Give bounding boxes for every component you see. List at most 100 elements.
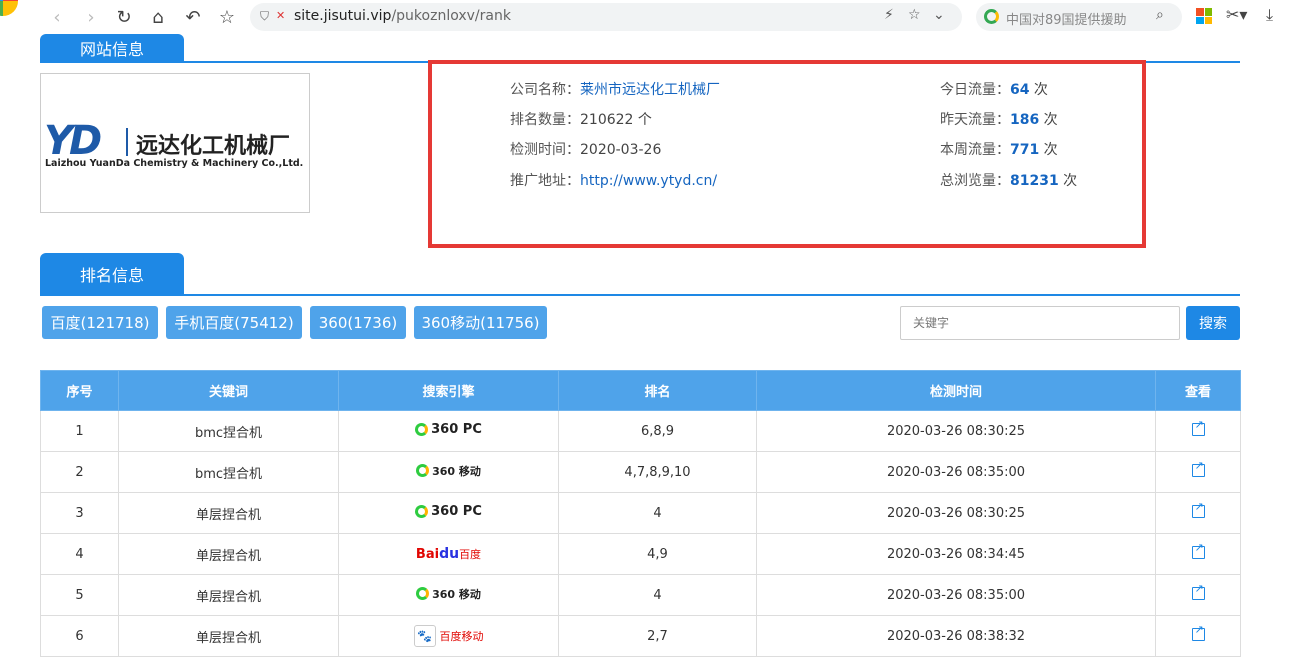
table-row: 3 单层捏合机 360 PC 4 2020-03-26 08:30:25 xyxy=(40,492,1241,534)
info-yesterday-traffic: 昨天流量：186 次 xyxy=(940,112,1058,128)
cell-keyword: bmc捏合机 xyxy=(118,410,339,452)
info-total-views: 总浏览量：81231 次 xyxy=(940,173,1078,189)
url-text: site.jisutui.vip/pukoznloxv/rank xyxy=(294,8,511,24)
search-engine-icon xyxy=(984,9,999,24)
home-icon[interactable]: ⌂ xyxy=(145,4,171,30)
cell-no: 1 xyxy=(40,410,119,452)
cell-time: 2020-03-26 08:30:25 xyxy=(756,492,1156,534)
cell-no: 4 xyxy=(40,533,119,575)
cell-view[interactable] xyxy=(1155,451,1241,493)
forward-icon[interactable]: › xyxy=(78,4,104,30)
chevron-down-icon[interactable]: ⌄ xyxy=(933,7,945,23)
tab-site-info-label: 网站信息 xyxy=(79,39,144,59)
browser-toolbar: ‹ › ↻ ⌂ ↶ ☆ ⛉ ✕ site.jisutui.vip/pukoznl… xyxy=(0,0,1300,34)
header-keyword: 关键词 xyxy=(118,370,339,411)
cell-rank: 2,7 xyxy=(558,615,757,657)
section-divider xyxy=(40,294,1240,296)
cell-keyword: bmc捏合机 xyxy=(118,451,339,493)
cell-time: 2020-03-26 08:35:00 xyxy=(756,574,1156,616)
cell-view[interactable] xyxy=(1155,615,1241,657)
reload-icon[interactable]: ↻ xyxy=(111,4,137,30)
cell-keyword: 单层捏合机 xyxy=(118,615,339,657)
scissors-icon[interactable]: ✂▾ xyxy=(1226,5,1247,24)
filter-baidu-button[interactable]: 百度(121718) xyxy=(42,306,158,339)
info-week-traffic: 本周流量：771 次 xyxy=(940,142,1058,158)
company-logo: YD 远达化工机械厂 Laizhou YuanDa Chemistry & Ma… xyxy=(40,73,310,213)
table-row: 4 单层捏合机 Bai du 百度 4,9 2020-03-26 08:34:45 xyxy=(40,533,1241,575)
filter-360-mobile-button[interactable]: 360移动(11756) xyxy=(414,306,547,339)
cell-view[interactable] xyxy=(1155,410,1241,452)
info-promo-url: 推广地址：http://www.ytyd.cn/ xyxy=(510,173,718,189)
logo-en-name: Laizhou YuanDa Chemistry & Machinery Co.… xyxy=(45,158,304,169)
cell-keyword: 单层捏合机 xyxy=(118,492,339,534)
cell-no: 5 xyxy=(40,574,119,616)
apps-grid-icon[interactable] xyxy=(1196,8,1212,24)
browser-logo-icon xyxy=(0,0,22,22)
cell-time: 2020-03-26 08:38:32 xyxy=(756,615,1156,657)
cell-view[interactable] xyxy=(1155,492,1241,534)
info-check-date: 检测时间：2020-03-26 xyxy=(510,142,662,158)
cell-no: 6 xyxy=(40,615,119,657)
cell-rank: 4,7,8,9,10 xyxy=(558,451,757,493)
company-link[interactable]: 莱州市远达化工机械厂 xyxy=(580,82,720,98)
header-view: 查看 xyxy=(1155,370,1241,411)
favorite-icon[interactable]: ☆ xyxy=(908,7,921,23)
cell-rank: 4 xyxy=(558,574,757,616)
undo-icon[interactable]: ↶ xyxy=(180,4,206,30)
tab-rank-info[interactable]: 排名信息 xyxy=(40,253,184,294)
cell-rank: 6,8,9 xyxy=(558,410,757,452)
insecure-icon: ✕ xyxy=(276,9,286,22)
cell-view[interactable] xyxy=(1155,574,1241,616)
table-row: 2 bmc捏合机 360 移动 4,7,8,9,10 2020-03-26 08:35:… xyxy=(40,451,1241,493)
logo-divider xyxy=(126,128,128,156)
shield-icon: ⛉ xyxy=(260,9,270,23)
external-link-icon[interactable] xyxy=(1191,418,1205,436)
bookmark-star-icon[interactable]: ☆ xyxy=(214,4,240,30)
cell-keyword: 单层捏合机 xyxy=(118,574,339,616)
engine-baidu-mobile-logo: 🐾 百度移动 xyxy=(413,625,484,647)
external-link-icon[interactable] xyxy=(1191,541,1205,559)
search-button[interactable]: 搜索 xyxy=(1186,306,1240,340)
logo-cn-name: 远达化工机械厂 xyxy=(136,134,291,159)
cell-engine: 360 移动 xyxy=(338,451,559,493)
cell-engine: 360 PC xyxy=(338,410,559,452)
cell-no: 2 xyxy=(40,451,119,493)
cell-time: 2020-03-26 08:34:45 xyxy=(756,533,1156,575)
engine-360pc-logo: 360 PC xyxy=(415,504,482,519)
external-link-icon[interactable] xyxy=(1191,500,1205,518)
promo-link[interactable]: http://www.ytyd.cn/ xyxy=(580,173,717,189)
search-icon[interactable]: ⌕ xyxy=(1156,7,1164,23)
external-link-icon[interactable] xyxy=(1191,582,1205,600)
cell-view[interactable] xyxy=(1155,533,1241,575)
tab-rank-info-label: 排名信息 xyxy=(79,265,144,285)
browser-search-box[interactable]: 中国对89国提供援助 ⌕ xyxy=(976,3,1182,31)
lightning-icon[interactable]: ⚡ xyxy=(884,7,894,23)
info-rank-count: 排名数量：210622 个 xyxy=(510,112,652,128)
external-link-icon[interactable] xyxy=(1191,459,1205,477)
tab-site-info[interactable]: 网站信息 xyxy=(40,34,184,61)
filter-360-button[interactable]: 360(1736) xyxy=(310,306,406,339)
cell-rank: 4,9 xyxy=(558,533,757,575)
header-rank: 排名 xyxy=(558,370,757,411)
header-no: 序号 xyxy=(40,370,119,411)
cell-no: 3 xyxy=(40,492,119,534)
cell-engine: 360 PC xyxy=(338,492,559,534)
cell-time: 2020-03-26 08:30:25 xyxy=(756,410,1156,452)
download-icon[interactable]: ⤓ xyxy=(1266,5,1273,25)
keyword-input[interactable] xyxy=(900,306,1180,340)
address-bar[interactable]: ⛉ ✕ site.jisutui.vip/pukoznloxv/rank ⚡ ☆… xyxy=(250,3,962,31)
table-row: 1 bmc捏合机 360 PC 6,8,9 2020-03-26 08:30:25 xyxy=(40,410,1241,452)
header-engine: 搜索引擎 xyxy=(338,370,559,411)
external-link-icon[interactable] xyxy=(1191,623,1205,641)
back-icon[interactable]: ‹ xyxy=(44,4,70,30)
cell-engine: Bai du 百度 xyxy=(338,533,559,575)
info-today-traffic: 今日流量：64 次 xyxy=(940,82,1048,98)
table-row: 5 单层捏合机 360 移动 4 2020-03-26 08:35:00 xyxy=(40,574,1241,616)
engine-baidu-logo: Bai du 百度 xyxy=(415,546,482,562)
cell-engine: 360 移动 xyxy=(338,574,559,616)
filter-baidu-mobile-button[interactable]: 手机百度(75412) xyxy=(166,306,302,339)
info-company: 公司名称：莱州市远达化工机械厂 xyxy=(510,82,720,98)
cell-keyword: 单层捏合机 xyxy=(118,533,339,575)
engine-360pc-logo: 360 PC xyxy=(415,422,482,437)
engine-360mobile-logo: 360 移动 xyxy=(416,586,481,602)
